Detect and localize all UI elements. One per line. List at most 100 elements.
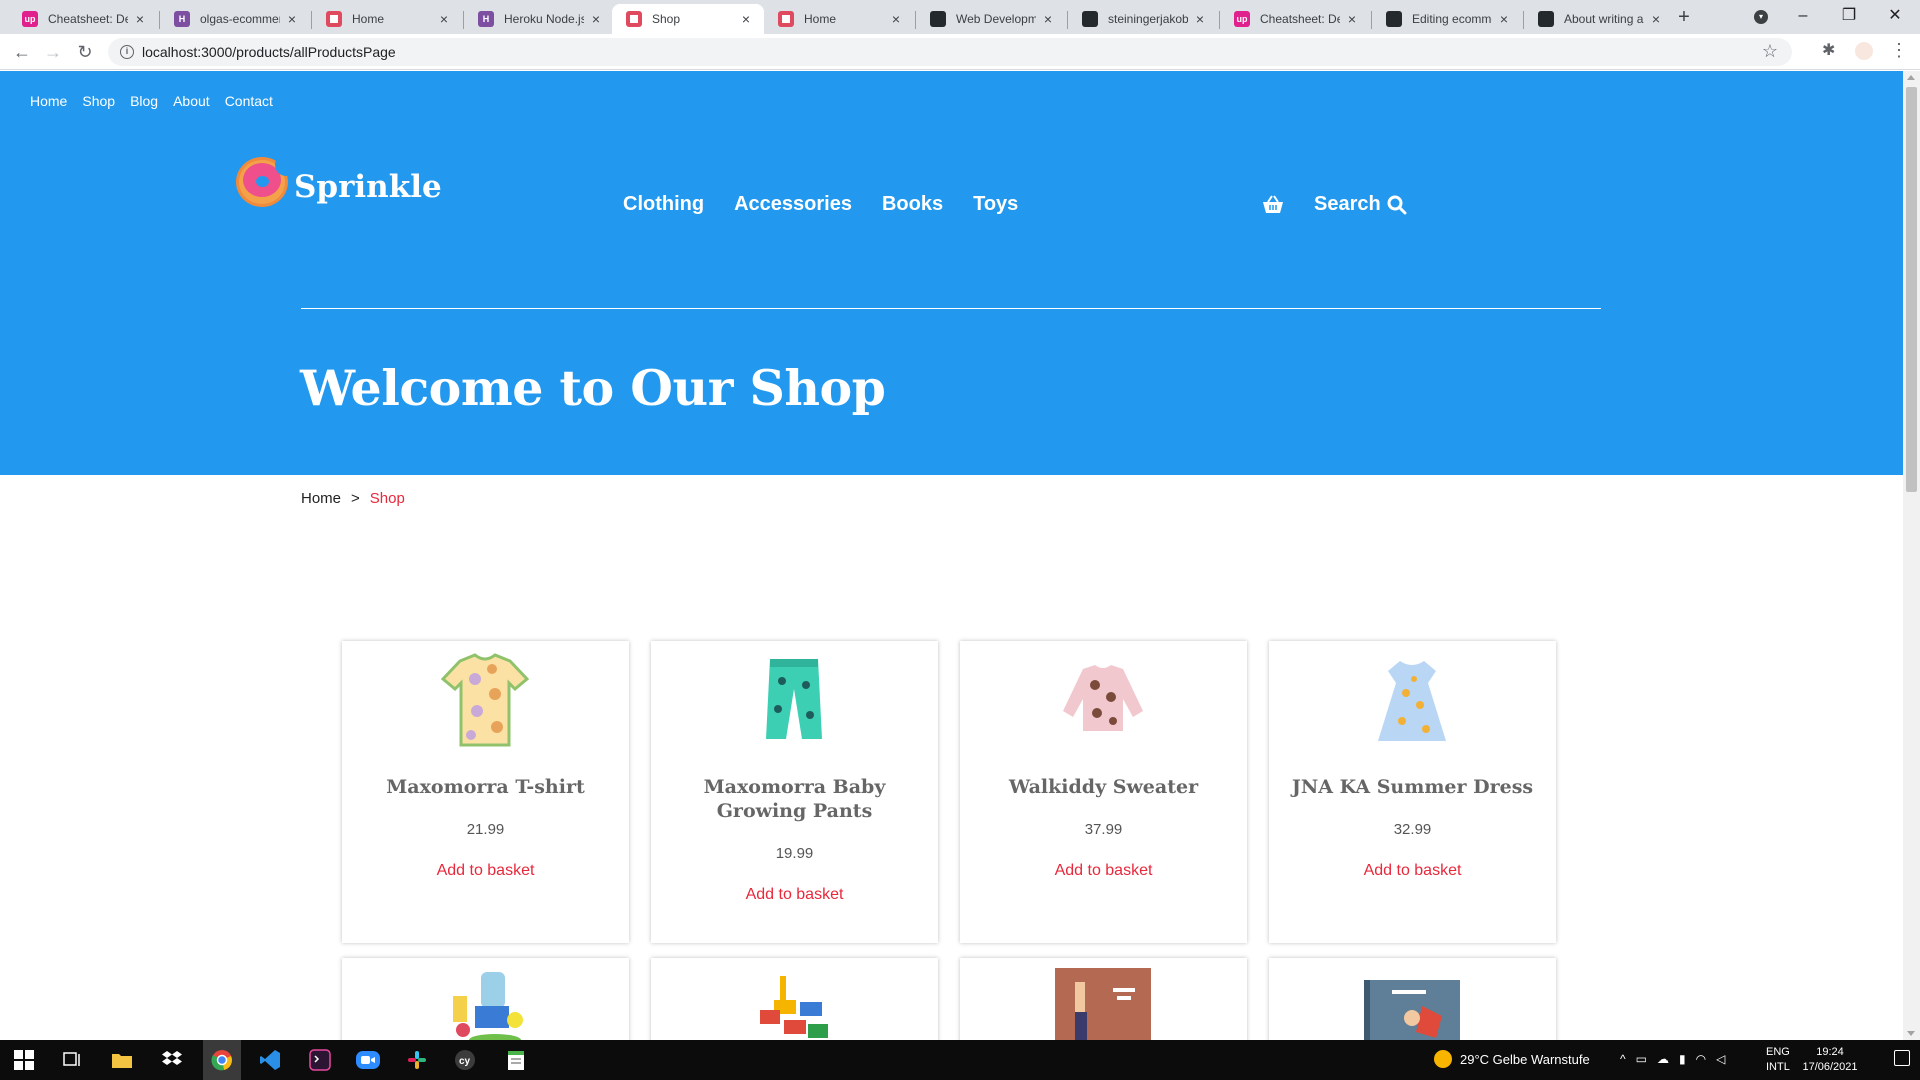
bookmark-star-icon[interactable]: ☆ xyxy=(1762,41,1778,62)
browser-tab[interactable]: Home × xyxy=(764,4,914,34)
close-icon[interactable]: × xyxy=(132,11,148,27)
page-scrollbar[interactable] xyxy=(1903,71,1920,1040)
add-to-basket-link[interactable]: Add to basket xyxy=(342,862,629,880)
tray-chevron-icon[interactable]: ^ xyxy=(1620,1052,1626,1066)
github-icon xyxy=(1386,11,1402,27)
minimize-icon[interactable]: – xyxy=(1780,4,1826,28)
close-icon[interactable]: × xyxy=(1344,11,1360,27)
scrollbar-thumb[interactable] xyxy=(1906,87,1917,492)
browser-tab[interactable]: up Cheatsheet: Dep × xyxy=(8,4,158,34)
volume-icon[interactable]: ◁ xyxy=(1716,1052,1725,1066)
language-indicator[interactable]: ENG INTL xyxy=(1766,1045,1790,1075)
product-card[interactable]: Maxomorra Baby Growing Pants 19.99 Add t… xyxy=(651,641,938,943)
add-to-basket-link[interactable]: Add to basket xyxy=(651,886,938,904)
topnav-blog[interactable]: Blog xyxy=(130,93,158,109)
logo-text: Sprinkle xyxy=(294,169,442,205)
close-icon[interactable]: × xyxy=(888,11,904,27)
back-arrow-icon[interactable]: ← xyxy=(10,40,34,64)
close-icon[interactable]: × xyxy=(1496,11,1512,27)
profile-avatar[interactable] xyxy=(1855,42,1873,60)
cypress-icon[interactable]: cy xyxy=(451,1046,479,1074)
product-card[interactable] xyxy=(960,958,1247,1040)
heroku-icon: H xyxy=(478,11,494,27)
slack-icon[interactable] xyxy=(403,1046,431,1074)
product-card[interactable] xyxy=(651,958,938,1040)
browser-tab[interactable]: H Heroku Node.js × xyxy=(464,4,614,34)
close-icon[interactable]: × xyxy=(284,11,300,27)
browser-tab[interactable]: Editing ecomme × xyxy=(1372,4,1522,34)
add-to-basket-link[interactable]: Add to basket xyxy=(1269,862,1556,880)
product-card[interactable] xyxy=(342,958,629,1040)
chrome-icon[interactable] xyxy=(203,1040,241,1080)
add-to-basket-link[interactable]: Add to basket xyxy=(960,862,1247,880)
hero-header: Home Shop Blog About Contact Sprinkle Cl… xyxy=(0,71,1903,475)
system-clock[interactable]: 19:24 17/06/2021 xyxy=(1800,1045,1860,1075)
scroll-down-arrow-icon[interactable] xyxy=(1907,1031,1915,1036)
tab-search-icon[interactable]: ▾ xyxy=(1754,10,1768,24)
scroll-up-arrow-icon[interactable] xyxy=(1907,75,1915,80)
close-icon[interactable]: × xyxy=(1648,11,1664,27)
notepad-icon[interactable] xyxy=(502,1046,530,1074)
task-view-icon[interactable] xyxy=(58,1046,86,1074)
product-name[interactable]: Maxomorra T-shirt xyxy=(352,775,619,799)
weather-widget[interactable]: 29°C Gelbe Warnstufe xyxy=(1434,1050,1590,1068)
address-bar[interactable]: i localhost:3000/products/allProductsPag… xyxy=(108,38,1792,66)
product-name[interactable]: JNA KA Summer Dress xyxy=(1279,775,1546,799)
info-icon[interactable]: i xyxy=(120,45,134,59)
kebab-menu-icon[interactable]: ⋮ xyxy=(1890,40,1908,61)
new-tab-button[interactable]: + xyxy=(1672,7,1696,28)
close-icon[interactable]: × xyxy=(1040,11,1056,27)
browser-tab[interactable]: About writing a × xyxy=(1524,4,1674,34)
file-explorer-icon[interactable] xyxy=(108,1046,136,1074)
nav-toys[interactable]: Toys xyxy=(973,193,1018,216)
product-card[interactable]: Walkiddy Sweater 37.99 Add to basket xyxy=(960,641,1247,943)
browser-tab[interactable]: up Cheatsheet: Dep × xyxy=(1220,4,1370,34)
product-name[interactable]: Maxomorra Baby Growing Pants xyxy=(661,775,928,823)
wifi-icon[interactable]: ◠ xyxy=(1696,1052,1706,1066)
t-shirt-image xyxy=(440,653,530,747)
product-name[interactable]: Walkiddy Sweater xyxy=(970,775,1237,799)
nav-clothing[interactable]: Clothing xyxy=(623,193,704,216)
weather-text: 29°C Gelbe Warnstufe xyxy=(1460,1051,1590,1067)
topnav-home[interactable]: Home xyxy=(30,93,67,109)
sun-icon xyxy=(1434,1050,1452,1068)
browser-tab-active[interactable]: Shop × xyxy=(612,4,764,34)
forward-arrow-icon[interactable]: → xyxy=(41,40,65,64)
vscode-icon[interactable] xyxy=(256,1046,284,1074)
battery-icon[interactable]: ▮ xyxy=(1679,1052,1686,1066)
notification-icon[interactable] xyxy=(1894,1050,1910,1066)
close-window-icon[interactable]: ✕ xyxy=(1872,4,1918,28)
close-icon[interactable]: × xyxy=(588,11,604,27)
close-icon[interactable]: × xyxy=(436,11,452,27)
nav-accessories[interactable]: Accessories xyxy=(734,193,852,216)
zoom-icon[interactable] xyxy=(354,1046,382,1074)
browser-tab[interactable]: H olgas-ecommerc × xyxy=(160,4,310,34)
basket-icon[interactable] xyxy=(1262,195,1284,220)
search-icon xyxy=(1387,195,1407,214)
url-text[interactable]: localhost:3000/products/allProductsPage xyxy=(142,44,396,60)
browser-tab[interactable]: steiningerjakob × xyxy=(1068,4,1218,34)
browser-tab[interactable]: Web Developme × xyxy=(916,4,1066,34)
product-card[interactable]: JNA KA Summer Dress 32.99 Add to basket xyxy=(1269,641,1556,943)
product-card[interactable] xyxy=(1269,958,1556,1040)
tray-device-icon[interactable]: ▭ xyxy=(1636,1052,1647,1066)
reload-icon[interactable]: ↻ xyxy=(73,40,97,64)
topnav-shop[interactable]: Shop xyxy=(82,93,115,109)
search-link[interactable]: Search xyxy=(1314,193,1407,216)
topnav-about[interactable]: About xyxy=(173,93,210,109)
dropbox-icon[interactable] xyxy=(158,1046,186,1074)
onedrive-icon[interactable]: ☁ xyxy=(1657,1052,1669,1066)
site-logo[interactable]: Sprinkle xyxy=(236,154,442,207)
restore-icon[interactable]: ❐ xyxy=(1826,4,1872,28)
donut-icon xyxy=(778,11,794,27)
topnav-contact[interactable]: Contact xyxy=(225,93,273,109)
product-card[interactable]: Maxomorra T-shirt 21.99 Add to basket xyxy=(342,641,629,943)
terminal-icon[interactable] xyxy=(306,1046,334,1074)
extensions-puzzle-icon[interactable]: ✱ xyxy=(1822,40,1835,60)
close-icon[interactable]: × xyxy=(1192,11,1208,27)
browser-tab[interactable]: Home × xyxy=(312,4,462,34)
close-icon[interactable]: × xyxy=(738,11,754,27)
breadcrumb-home[interactable]: Home xyxy=(301,490,341,507)
nav-books[interactable]: Books xyxy=(882,193,943,216)
windows-start-icon[interactable] xyxy=(10,1046,38,1074)
